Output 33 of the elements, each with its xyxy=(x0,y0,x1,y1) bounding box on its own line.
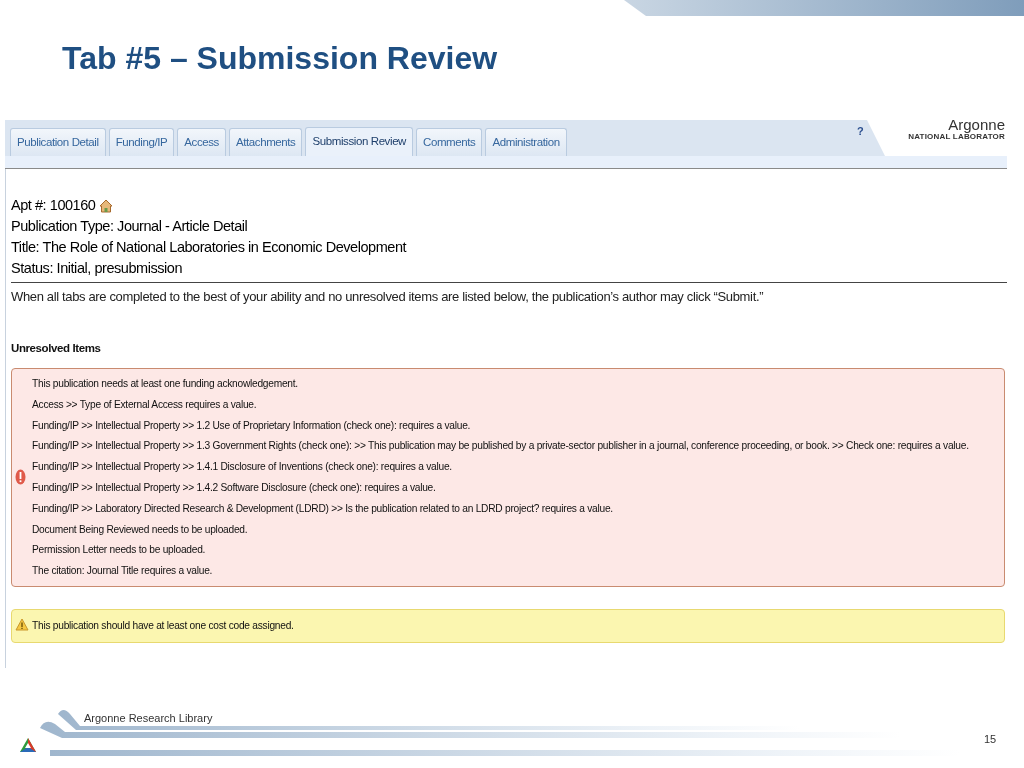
logo: Argonne NATIONAL LABORATOR xyxy=(867,120,1007,156)
error-message: This publication needs at least one funding acknowledgement. xyxy=(32,377,299,391)
tab[interactable]: Submission Review xyxy=(305,127,414,156)
error-message: Funding/IP >> Intellectual Property >> 1.3 Government Rights (check one): >> This publication may be published by a private-sector publisher in a journal, conference proceeding, or book. >> Check one: requires a value. xyxy=(32,439,970,454)
error-message: Access >> Type of External Access requires a value. xyxy=(32,397,258,412)
tab[interactable]: Comments xyxy=(416,128,483,156)
help-link[interactable]: ? xyxy=(857,125,864,137)
warning-icon xyxy=(15,617,29,631)
publication-status: Status: Initial, presubmission xyxy=(11,259,184,278)
error-message: Funding/IP >> Intellectual Property >> 1.2 Use of Proprietary Information (check one): requires a value. xyxy=(32,418,472,433)
error-message: Funding/IP >> Laboratory Directed Research & Development (LDRD) >> Is the publication related to an LDRD project? requires a value. xyxy=(32,501,614,516)
tab[interactable]: Access xyxy=(177,128,226,156)
slide-title: Tab #5 – Submission Review xyxy=(62,40,498,77)
error-message: Permission Letter needs to be uploaded. xyxy=(32,543,207,558)
record-number: Apt #: 100160 xyxy=(11,196,96,215)
error-icon xyxy=(15,469,26,485)
footer-text: Argonne Research Library xyxy=(84,712,213,724)
publication-type: Publication Type: Journal - Article Detail xyxy=(11,217,249,236)
error-message: Funding/IP >> Intellectual Property >> 1.4.1 Disclosure of Inventions (check one): requires a value. xyxy=(32,460,453,475)
section-heading: Unresolved Items xyxy=(11,342,102,354)
error-message: Funding/IP >> Intellectual Property >> 1.4.2 Software Disclosure (check one): requires a value. xyxy=(32,481,437,495)
instruction-text: When all tabs are completed to the best of your ability and no unresolved items are listed below, the publication’s author may click “Submit.” xyxy=(11,289,765,304)
warning-message: This publication should have at least one cost code assigned. xyxy=(32,618,295,633)
error-message: Document Being Reviewed needs to be uploaded. xyxy=(32,522,249,537)
logo-triangle-icon xyxy=(20,738,36,752)
home-icon[interactable] xyxy=(99,198,114,213)
publication-title: Title: The Role of National Laboratories in Economic Development xyxy=(11,238,408,257)
tab[interactable]: Publication Detail xyxy=(10,128,106,156)
tab[interactable]: Administration xyxy=(485,128,567,156)
tab[interactable]: Attachments xyxy=(228,128,303,156)
error-message: The citation: Journal Title requires a value. xyxy=(32,564,214,579)
page-number: 15 xyxy=(984,733,997,745)
tab[interactable]: Funding/IP xyxy=(108,128,175,156)
